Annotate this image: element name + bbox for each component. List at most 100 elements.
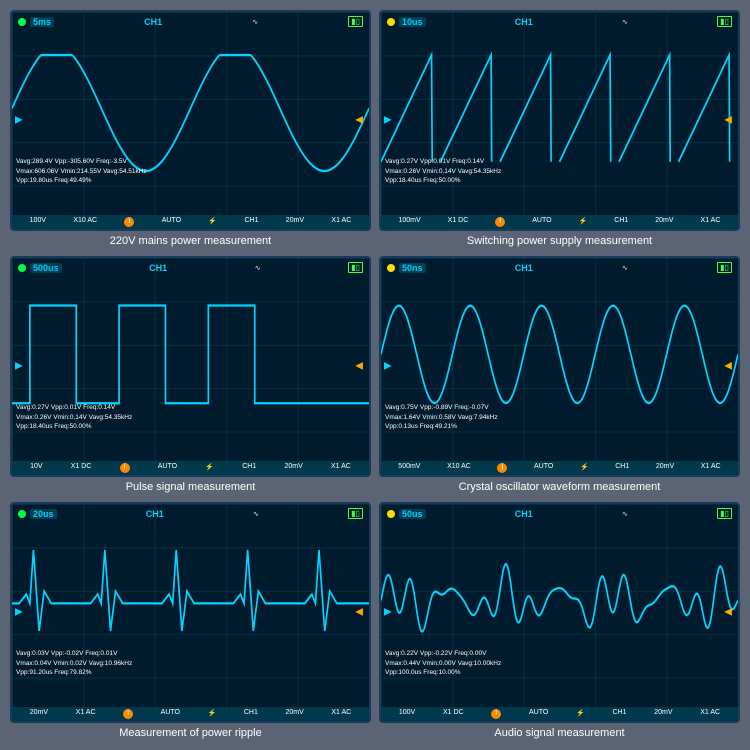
- channel-label: CH1: [149, 263, 167, 273]
- footer-mv: 20mV: [286, 217, 304, 227]
- footer-mv: 20mV: [284, 463, 302, 473]
- footer-mv: 20mV: [285, 709, 303, 719]
- measurement-line: Vpp:91.20us Freq:79.82%: [16, 668, 132, 677]
- oscilloscope-cell-4: 20us CH1 ∿ ▮▯ ▶◀Vavg:0.03V Vpp:-0.02V Fr…: [10, 502, 371, 740]
- scope-header-4: 20us CH1 ∿ ▮▯: [12, 508, 369, 519]
- battery-icon: ▮▯: [348, 16, 363, 27]
- footer-auto: AUTO: [532, 217, 551, 227]
- scope-footer-2: 10V X1 DC i AUTO ⚡ CH1 20mV X1 AC: [12, 461, 369, 475]
- oscilloscope-cell-0: 5ms CH1 ∿ ▮▯ ▶◀Vavg:289.4V Vpp:-305.60V …: [10, 10, 371, 248]
- scope-header-1: 10us CH1 ∿ ▮▯: [381, 16, 738, 27]
- lightning-icon: ⚡: [208, 709, 217, 719]
- scope-screen-1: 10us CH1 ∿ ▮▯ ▶◀Vavg:0.27V Vpp:0.01V Fre…: [379, 10, 740, 231]
- footer-auto: AUTO: [158, 463, 177, 473]
- measurement-data-0: Vavg:289.4V Vpp:-305.60V Freq:-3.5VVmax:…: [16, 157, 147, 184]
- cell-caption-3: Crystal oscillator waveform measurement: [459, 480, 661, 494]
- footer-probe: X1 DC: [443, 709, 464, 719]
- measurement-data-5: Vavg:0.22V Vpp:-0.22V Freq:0.00VVmax:0.4…: [385, 649, 501, 676]
- footer-x1: X1 AC: [331, 217, 351, 227]
- cell-caption-5: Audio signal measurement: [494, 726, 624, 740]
- measurement-line: Vavg:0.27V Vpp:0.01V Freq:0.14V: [16, 403, 132, 412]
- footer-auto: AUTO: [529, 709, 548, 719]
- battery-icon: ▮▯: [717, 16, 732, 27]
- scope-header-5: 50us CH1 ∿ ▮▯: [381, 508, 738, 519]
- scope-header-0: 5ms CH1 ∿ ▮▯: [12, 16, 369, 27]
- timebase-label: 50us: [399, 509, 426, 519]
- waveform-mini: ∿: [622, 510, 628, 518]
- oscilloscope-cell-2: 500us CH1 ∿ ▮▯ ▶◀Vavg:0.27V Vpp:0.01V Fr…: [10, 256, 371, 494]
- measurement-line: Vpp:100.0us Freq:10.00%: [385, 668, 501, 677]
- scope-footer-0: 100V X10 AC i AUTO ⚡ CH1 20mV X1 AC: [12, 215, 369, 229]
- info-icon: i: [491, 709, 501, 719]
- footer-mv: 20mV: [654, 709, 672, 719]
- info-icon: i: [120, 463, 130, 473]
- footer-x1: X1 AC: [331, 463, 351, 473]
- footer-probe: X10 AC: [447, 463, 471, 473]
- lightning-icon: ⚡: [576, 709, 585, 719]
- battery-icon: ▮▯: [348, 508, 363, 519]
- measurement-data-1: Vavg:0.27V Vpp:0.01V Freq:0.14VVmax:0.26…: [385, 157, 501, 184]
- footer-auto: AUTO: [162, 217, 181, 227]
- oscilloscope-cell-3: 50ns CH1 ∿ ▮▯ ▶◀Vavg:0.75V Vpp:-0.89V Fr…: [379, 256, 740, 494]
- cell-caption-2: Pulse signal measurement: [126, 480, 256, 494]
- channel-label: CH1: [515, 263, 533, 273]
- waveform-mini: ∿: [622, 18, 628, 26]
- waveform-mini: ∿: [252, 18, 258, 26]
- measurement-line: Vpp:18.40us Freq:50.00%: [385, 176, 501, 185]
- trigger-arrow: ◀: [724, 115, 732, 126]
- scope-screen-3: 50ns CH1 ∿ ▮▯ ▶◀Vavg:0.75V Vpp:-0.89V Fr…: [379, 256, 740, 477]
- footer-auto: AUTO: [534, 463, 553, 473]
- status-dot: [387, 18, 395, 26]
- lightning-icon: ⚡: [579, 217, 588, 227]
- measurement-line: Vmax:0.26V Vmin:0.14V Vavg:54.35kHz: [385, 167, 501, 176]
- footer-scale: 10V: [30, 463, 42, 473]
- footer-ch: CH1: [612, 709, 626, 719]
- measurement-data-2: Vavg:0.27V Vpp:0.01V Freq:0.14VVmax:0.26…: [16, 403, 132, 430]
- scope-header-3: 50ns CH1 ∿ ▮▯: [381, 262, 738, 273]
- status-dot: [387, 264, 395, 272]
- footer-x1: X1 AC: [700, 709, 720, 719]
- timebase-label: 50ns: [399, 263, 426, 273]
- channel-arrow: ▶: [15, 607, 23, 618]
- oscilloscope-cell-5: 50us CH1 ∿ ▮▯ ▶ ◀ Vavg:0.22V Vpp:-0.22V Fr…: [379, 502, 740, 740]
- footer-ch: CH1: [614, 217, 628, 227]
- scope-footer-1: 100mV X1 DC i AUTO ⚡ CH1 20mV X1 AC: [381, 215, 738, 229]
- info-icon: i: [495, 217, 505, 227]
- measurement-line: Vmax:0.04V Vmin:0.02V Vavg:10.96kHz: [16, 659, 132, 668]
- channel-arrow: ▶: [15, 361, 23, 372]
- timebase-label: 500us: [30, 263, 62, 273]
- measurement-line: Vavg:0.27V Vpp:0.01V Freq:0.14V: [385, 157, 501, 166]
- scope-screen-2: 500us CH1 ∿ ▮▯ ▶◀Vavg:0.27V Vpp:0.01V Fr…: [10, 256, 371, 477]
- timebase-label: 10us: [399, 17, 426, 27]
- footer-probe: X10 AC: [73, 217, 97, 227]
- info-icon: i: [497, 463, 507, 473]
- status-dot: [18, 264, 26, 272]
- scope-footer-4: 20mV X1 AC i AUTO ⚡ CH1 20mV X1 AC: [12, 707, 369, 721]
- cell-caption-4: Measurement of power ripple: [119, 726, 261, 740]
- trigger-arrow: ◀: [355, 361, 363, 372]
- channel-arrow: ▶: [384, 607, 392, 618]
- channel-label: CH1: [515, 17, 533, 27]
- info-icon: i: [123, 709, 133, 719]
- lightning-icon: ⚡: [208, 217, 217, 227]
- footer-scale: 20mV: [30, 709, 48, 719]
- footer-x1: X1 AC: [701, 463, 721, 473]
- status-dot: [387, 510, 395, 518]
- measurement-data-4: Vavg:0.03V Vpp:-0.02V Freq:0.01VVmax:0.0…: [16, 649, 132, 676]
- channel-label: CH1: [144, 17, 162, 27]
- measurement-line: Vmax:0.26V Vmin:0.14V Vavg:54.35kHz: [16, 413, 132, 422]
- status-dot: [18, 510, 26, 518]
- footer-auto: AUTO: [161, 709, 180, 719]
- footer-ch: CH1: [244, 217, 258, 227]
- measurement-data-3: Vavg:0.75V Vpp:-0.89V Freq:-0.07VVmax:1.…: [385, 403, 498, 430]
- footer-scale: 100mV: [398, 217, 420, 227]
- battery-icon: ▮▯: [717, 262, 732, 273]
- lightning-icon: ⚡: [205, 463, 214, 473]
- cell-caption-1: Switching power supply measurement: [467, 234, 652, 248]
- trigger-arrow: ◀: [724, 607, 732, 618]
- scope-screen-5: 50us CH1 ∿ ▮▯ ▶ ◀ Vavg:0.22V Vpp:-0.22V Fr…: [379, 502, 740, 723]
- channel-label: CH1: [515, 509, 533, 519]
- footer-mv: 20mV: [655, 217, 673, 227]
- measurement-line: Vmax:1.64V Vmin:0.58V Vavg:7.94kHz: [385, 413, 498, 422]
- waveform-mini: ∿: [253, 510, 259, 518]
